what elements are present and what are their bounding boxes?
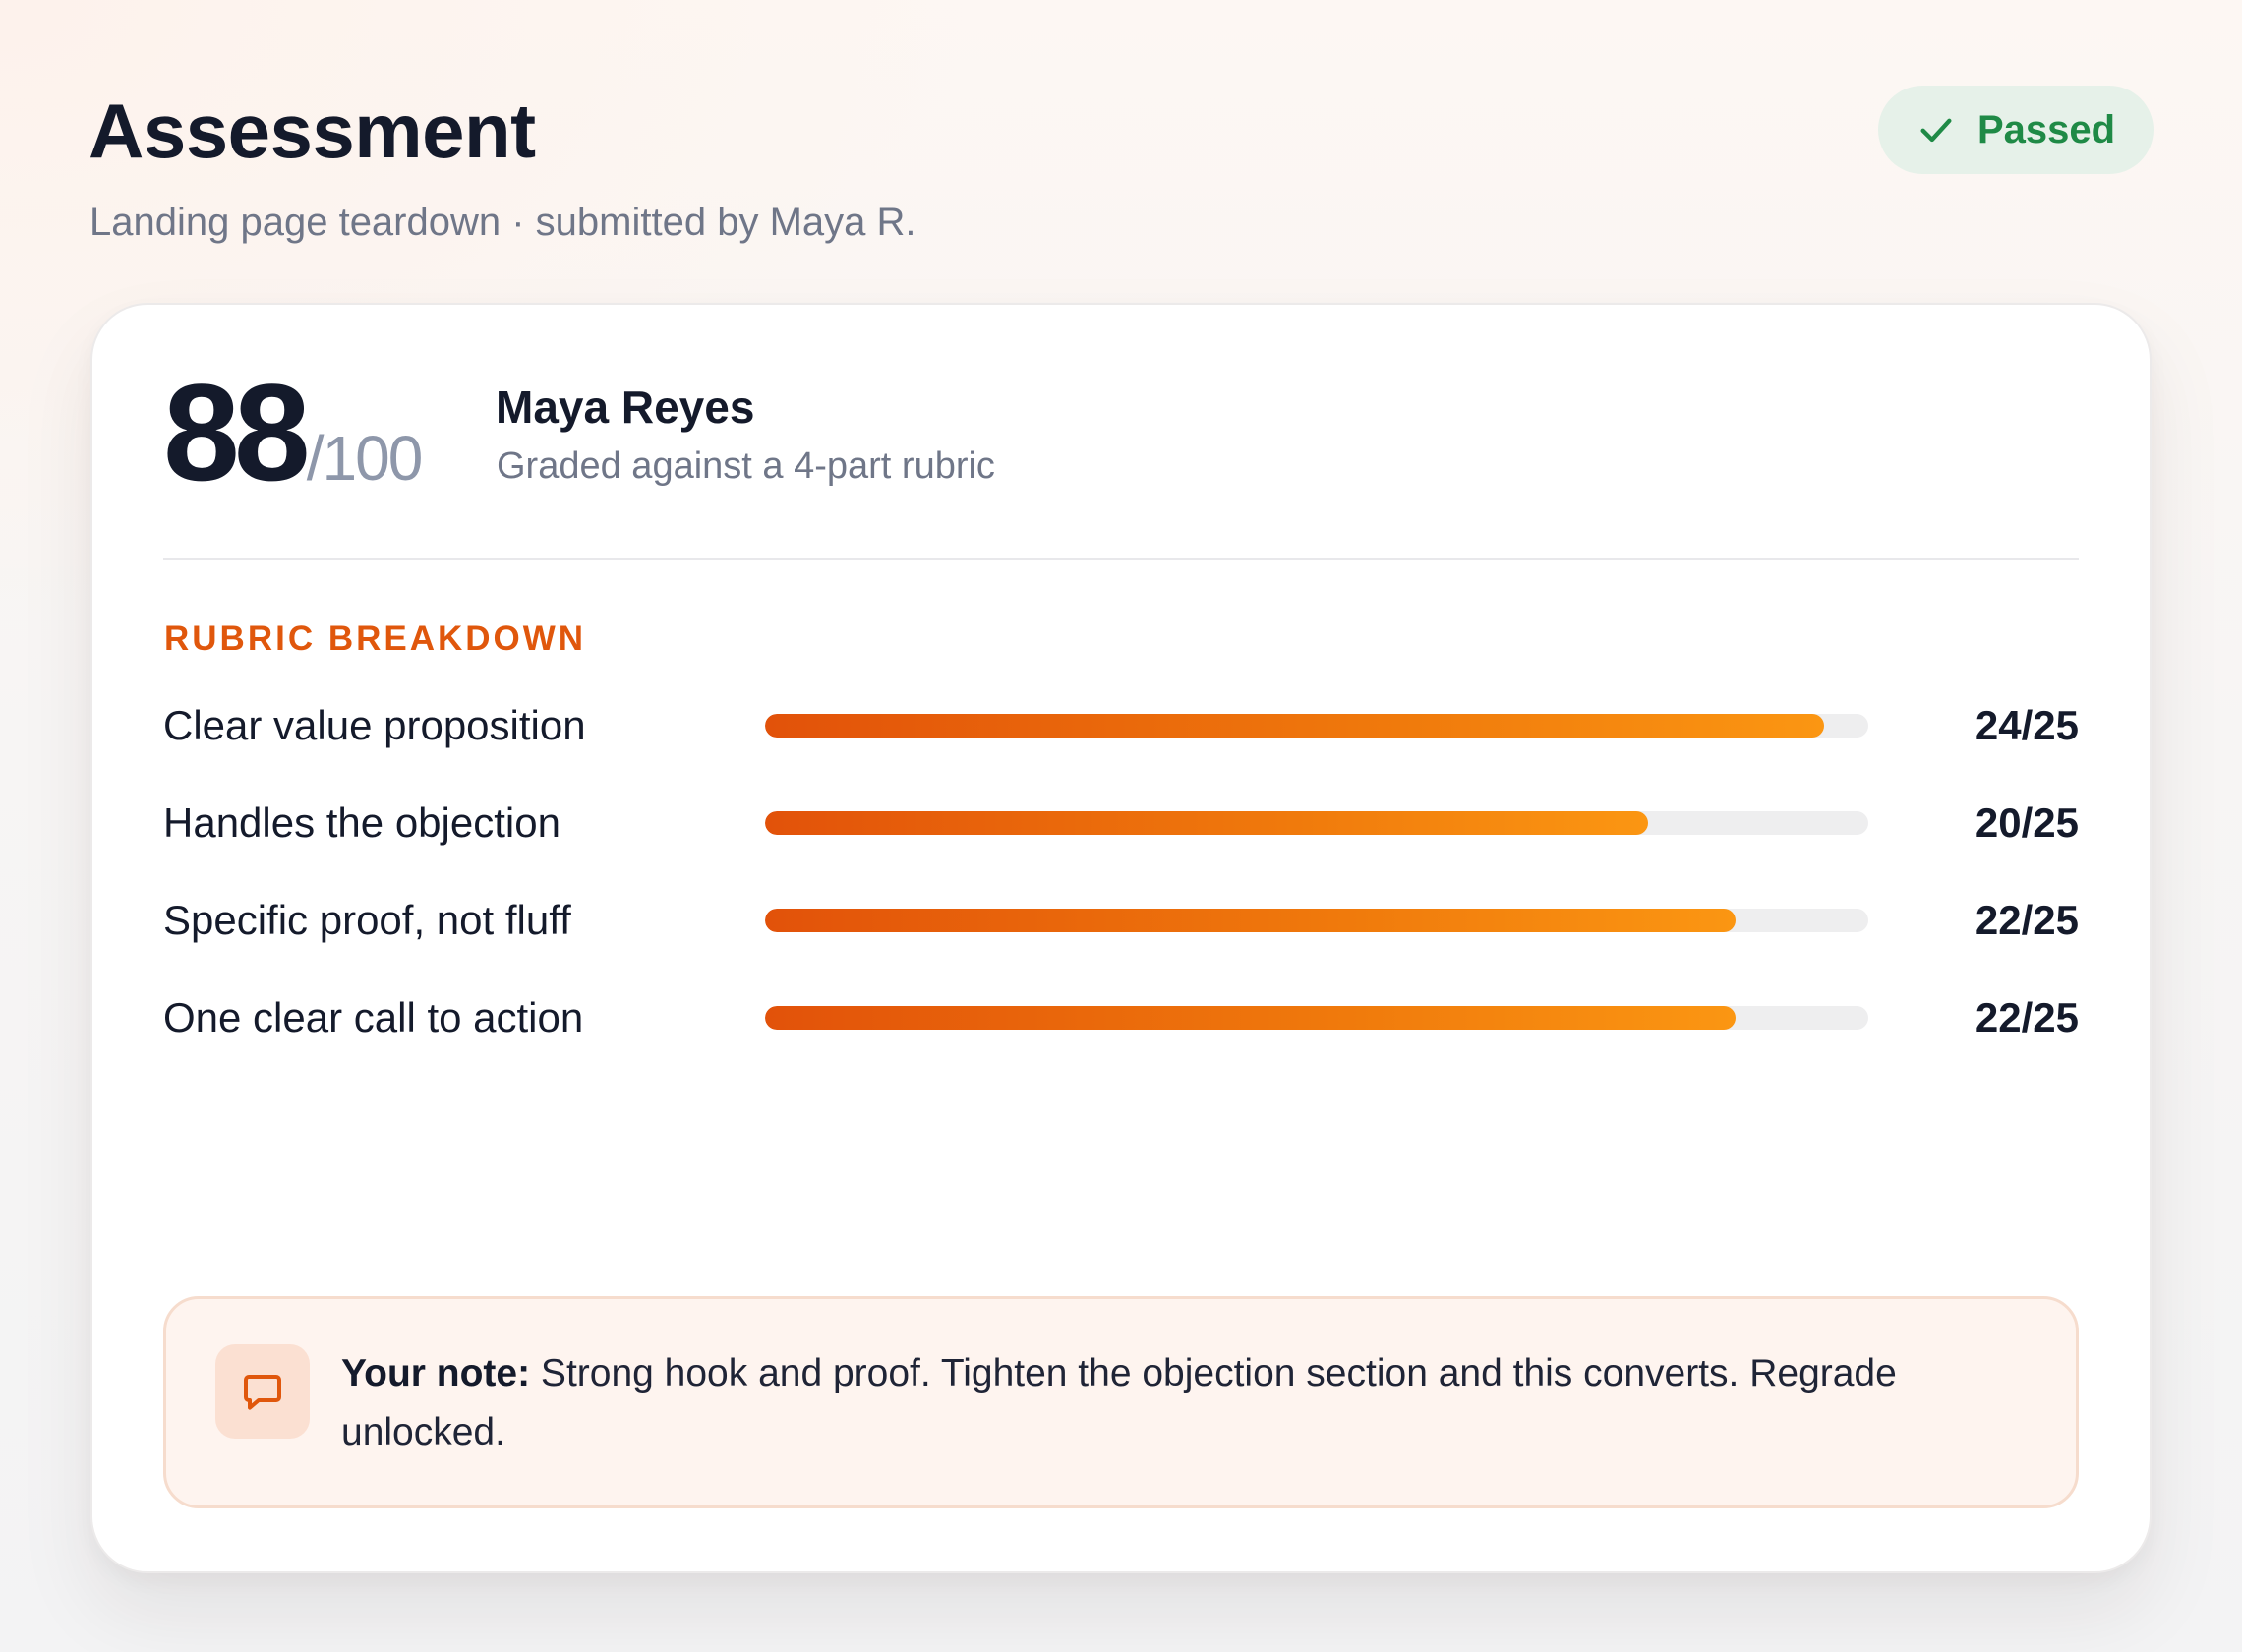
feedback-label: Your note: [341,1352,531,1394]
rubric-row: One clear call to action 22/25 [163,988,2079,1086]
feedback-body: Strong hook and proof. Tighten the objec… [341,1352,1897,1453]
rubric-score: 22/25 [1975,994,2079,1040]
page-title: Assessment [88,88,536,174]
divider [163,558,2079,560]
feedback-note: Your note: Strong hook and proof. Tighte… [163,1296,2079,1508]
rubric-score: 20/25 [1975,799,2079,846]
rubric-label: Specific proof, not fluff [163,897,571,943]
rubric-progress-bar [765,714,1868,738]
student-name: Maya Reyes [496,382,755,433]
rubric-row: Handles the objection 20/25 [163,794,2079,891]
rubric-heading: RUBRIC BREAKDOWN [164,620,587,658]
rubric-progress-fill [765,909,1737,932]
grading-note: Graded against a 4-part rubric [497,445,995,487]
rubric-progress-fill [765,811,1648,835]
rubric-progress-bar [765,909,1868,932]
rubric-label: One clear call to action [163,994,584,1040]
rubric-label: Clear value proposition [163,702,586,748]
assessment-card: 88 /100 Maya Reyes Graded against a 4-pa… [90,303,2152,1573]
rubric-label: Handles the objection [163,799,560,846]
rubric-progress-fill [765,714,1825,738]
score-value: 88 [163,355,311,509]
rubric-row: Clear value proposition 24/25 [163,696,2079,794]
status-badge: Passed [1878,86,2154,174]
rubric-score: 22/25 [1975,897,2079,943]
check-icon [1920,118,1952,143]
rubric-list: Clear value proposition 24/25 Handles th… [163,696,2079,1086]
total-score: 88 /100 [163,355,424,509]
feedback-text: Your note: Strong hook and proof. Tighte… [341,1344,1997,1462]
page-subtitle: Landing page teardown · submitted by May… [89,201,916,244]
message-icon [215,1344,310,1439]
status-label: Passed [1976,107,2116,151]
rubric-progress-fill [765,1006,1737,1030]
rubric-score: 24/25 [1975,702,2079,748]
rubric-progress-bar [765,1006,1868,1030]
rubric-progress-bar [765,811,1868,835]
score-max: /100 [306,423,424,494]
rubric-row: Specific proof, not fluff 22/25 [163,891,2079,988]
